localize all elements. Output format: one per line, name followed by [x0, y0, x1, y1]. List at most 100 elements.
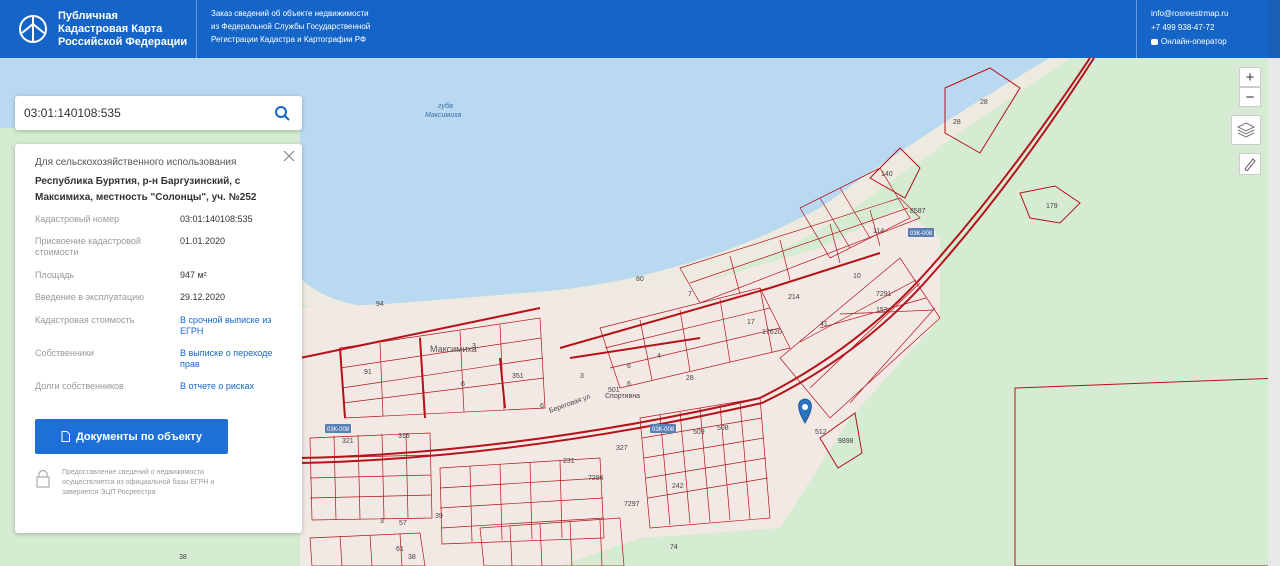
info-row-area: Площадь 947 м²: [35, 270, 282, 292]
info-label: Введение в эксплуатацию: [35, 292, 144, 302]
info-label: Долги собственников: [35, 381, 124, 391]
phone-link[interactable]: +7 499 938-47-72: [1151, 21, 1228, 35]
scrollbar[interactable]: [1268, 0, 1280, 58]
water-label: Максимиха: [425, 112, 462, 119]
parcel-number: 38: [408, 554, 416, 561]
parcel-number: 39: [435, 513, 443, 520]
parcel-number: 176: [762, 329, 774, 336]
info-row-commissioning: Введение в эксплуатацию 29.12.2020: [35, 292, 282, 315]
road-label: 03К-008: [327, 427, 350, 433]
parcel-number: 7291: [876, 291, 892, 298]
brand[interactable]: Публичная Кадастровая Карта Российской Ф…: [0, 0, 197, 58]
ruler-icon: [1244, 158, 1256, 171]
road-label: 03К-008: [910, 231, 933, 237]
parcel-number: 94: [376, 301, 384, 308]
site-header: Публичная Кадастровая Карта Российской Ф…: [0, 0, 1280, 58]
brand-title-line: Публичная: [58, 9, 118, 22]
parcel-number: 3: [380, 518, 384, 525]
document-icon: [61, 431, 70, 442]
parcel-number: 3: [472, 343, 476, 350]
parcel-number: 512: [815, 429, 827, 436]
cadastral-search[interactable]: [15, 96, 302, 130]
info-value: 947 м²: [180, 270, 207, 280]
parcel-number: 179: [1046, 203, 1058, 210]
parcel-number: 6: [461, 381, 465, 388]
parcel-address: Республика Бурятия, р-н Баргузинский, с …: [35, 176, 257, 203]
parcel-number: 7: [688, 291, 692, 298]
parcel-number: 214: [788, 294, 800, 301]
road-label: 03К-008: [652, 427, 675, 433]
layers-button[interactable]: [1231, 115, 1261, 145]
parcel-number: 74: [670, 544, 678, 551]
parcel-number: 6: [627, 363, 631, 370]
documents-button[interactable]: Документы по объекту: [35, 419, 228, 454]
documents-button-label: Документы по объекту: [75, 430, 203, 443]
layers-icon: [1236, 122, 1256, 138]
header-info: Заказ сведений об объекте недвижимости и…: [197, 0, 1137, 58]
parcel-number: 41: [820, 321, 828, 328]
lock-icon: [36, 469, 50, 488]
email-link[interactable]: info@rosreestrmap.ru: [1151, 7, 1228, 21]
parcel-number: 7296: [588, 475, 604, 482]
parcel-number: 10: [853, 273, 861, 280]
parcel-number: 80: [636, 276, 644, 283]
parcel-number: 17: [747, 319, 755, 326]
scrollbar[interactable]: [1268, 58, 1280, 566]
parcel-number: 28: [686, 375, 694, 382]
water-label: губа: [438, 102, 453, 110]
risk-report-link[interactable]: В отчете о рисках: [180, 381, 280, 403]
parcel-number: 501: [608, 387, 620, 394]
header-contacts: info@rosreestrmap.ru +7 499 938-47-72 Он…: [1137, 0, 1228, 58]
info-value: 29.12.2020: [180, 292, 226, 302]
village-label: Максимиха: [430, 344, 477, 354]
close-icon[interactable]: [283, 150, 295, 162]
brand-title-line: Кадастровая Карта: [58, 22, 163, 35]
owners-link[interactable]: В выписке о переходе прав: [180, 348, 280, 381]
search-icon[interactable]: [274, 105, 290, 121]
parcel-number: 7297: [624, 501, 640, 508]
chat-icon: [1151, 38, 1158, 45]
parcel-number: 9898: [838, 438, 854, 445]
info-label: Присвоение кадастровой стоимости: [35, 236, 141, 257]
parcel-number: 114: [873, 228, 884, 235]
parcel-number: 351: [512, 373, 524, 380]
info-label: Площадь: [35, 270, 75, 280]
parcel-number: 91: [364, 369, 372, 376]
parcel-number: 508: [717, 425, 729, 432]
info-value: 03:01:140108:535: [180, 214, 253, 224]
parcel-number: 28: [980, 99, 988, 106]
extract-link[interactable]: В срочной выписке из ЕГРН: [180, 315, 280, 348]
info-row-owners: Собственники В выписке о переходе прав: [35, 348, 282, 381]
brand-title: Публичная Кадастровая Карта Российской Ф…: [58, 10, 187, 49]
zoom-out-button[interactable]: −: [1239, 87, 1261, 107]
header-info-line: Регистрации Кадастра и Картографии РФ: [211, 35, 367, 44]
header-info-line: из Федеральной Службы Государственной: [211, 22, 371, 31]
parcel-number: 316: [398, 433, 410, 440]
parcel-number: 38: [179, 554, 187, 561]
info-row-valuation-date: Присвоение кадастровой стоимости 01.01.2…: [35, 236, 282, 270]
parcel-number: 57: [399, 520, 407, 527]
parcel-number: 153: [876, 307, 888, 314]
info-label: Кадастровая стоимость: [35, 315, 135, 325]
parcel-number: 6: [540, 403, 544, 410]
egrn-notice: Предоставление сведений о недвижимости о…: [62, 469, 215, 496]
parcel-number: 6: [627, 381, 631, 388]
parcel-number: 28: [953, 119, 961, 126]
info-row-debts: Долги собственников В отчете о рисках: [35, 381, 282, 403]
parcel-number: 231: [563, 458, 575, 465]
chat-link[interactable]: Онлайн-оператор: [1151, 35, 1228, 49]
info-row-cadastral-number: Кадастровый номер 03:01:140108:535: [35, 214, 282, 236]
parcel-number: 20: [774, 329, 782, 336]
ruler-button[interactable]: [1239, 153, 1261, 175]
chat-label: Онлайн-оператор: [1161, 37, 1227, 46]
zoom-in-button[interactable]: +: [1239, 67, 1261, 87]
parcel-number: 3: [580, 373, 584, 380]
info-value: 01.01.2020: [180, 236, 226, 246]
search-input[interactable]: [24, 106, 264, 120]
parcel-number: 140: [881, 171, 893, 178]
parcel-info-panel: Для сельскохозяйственного использования …: [15, 144, 302, 533]
parcel-number: 4: [657, 353, 661, 360]
parcel-number: 509: [693, 429, 705, 436]
parcel-number: 61: [396, 546, 404, 553]
brand-title-line: Российской Федерации: [58, 35, 188, 48]
